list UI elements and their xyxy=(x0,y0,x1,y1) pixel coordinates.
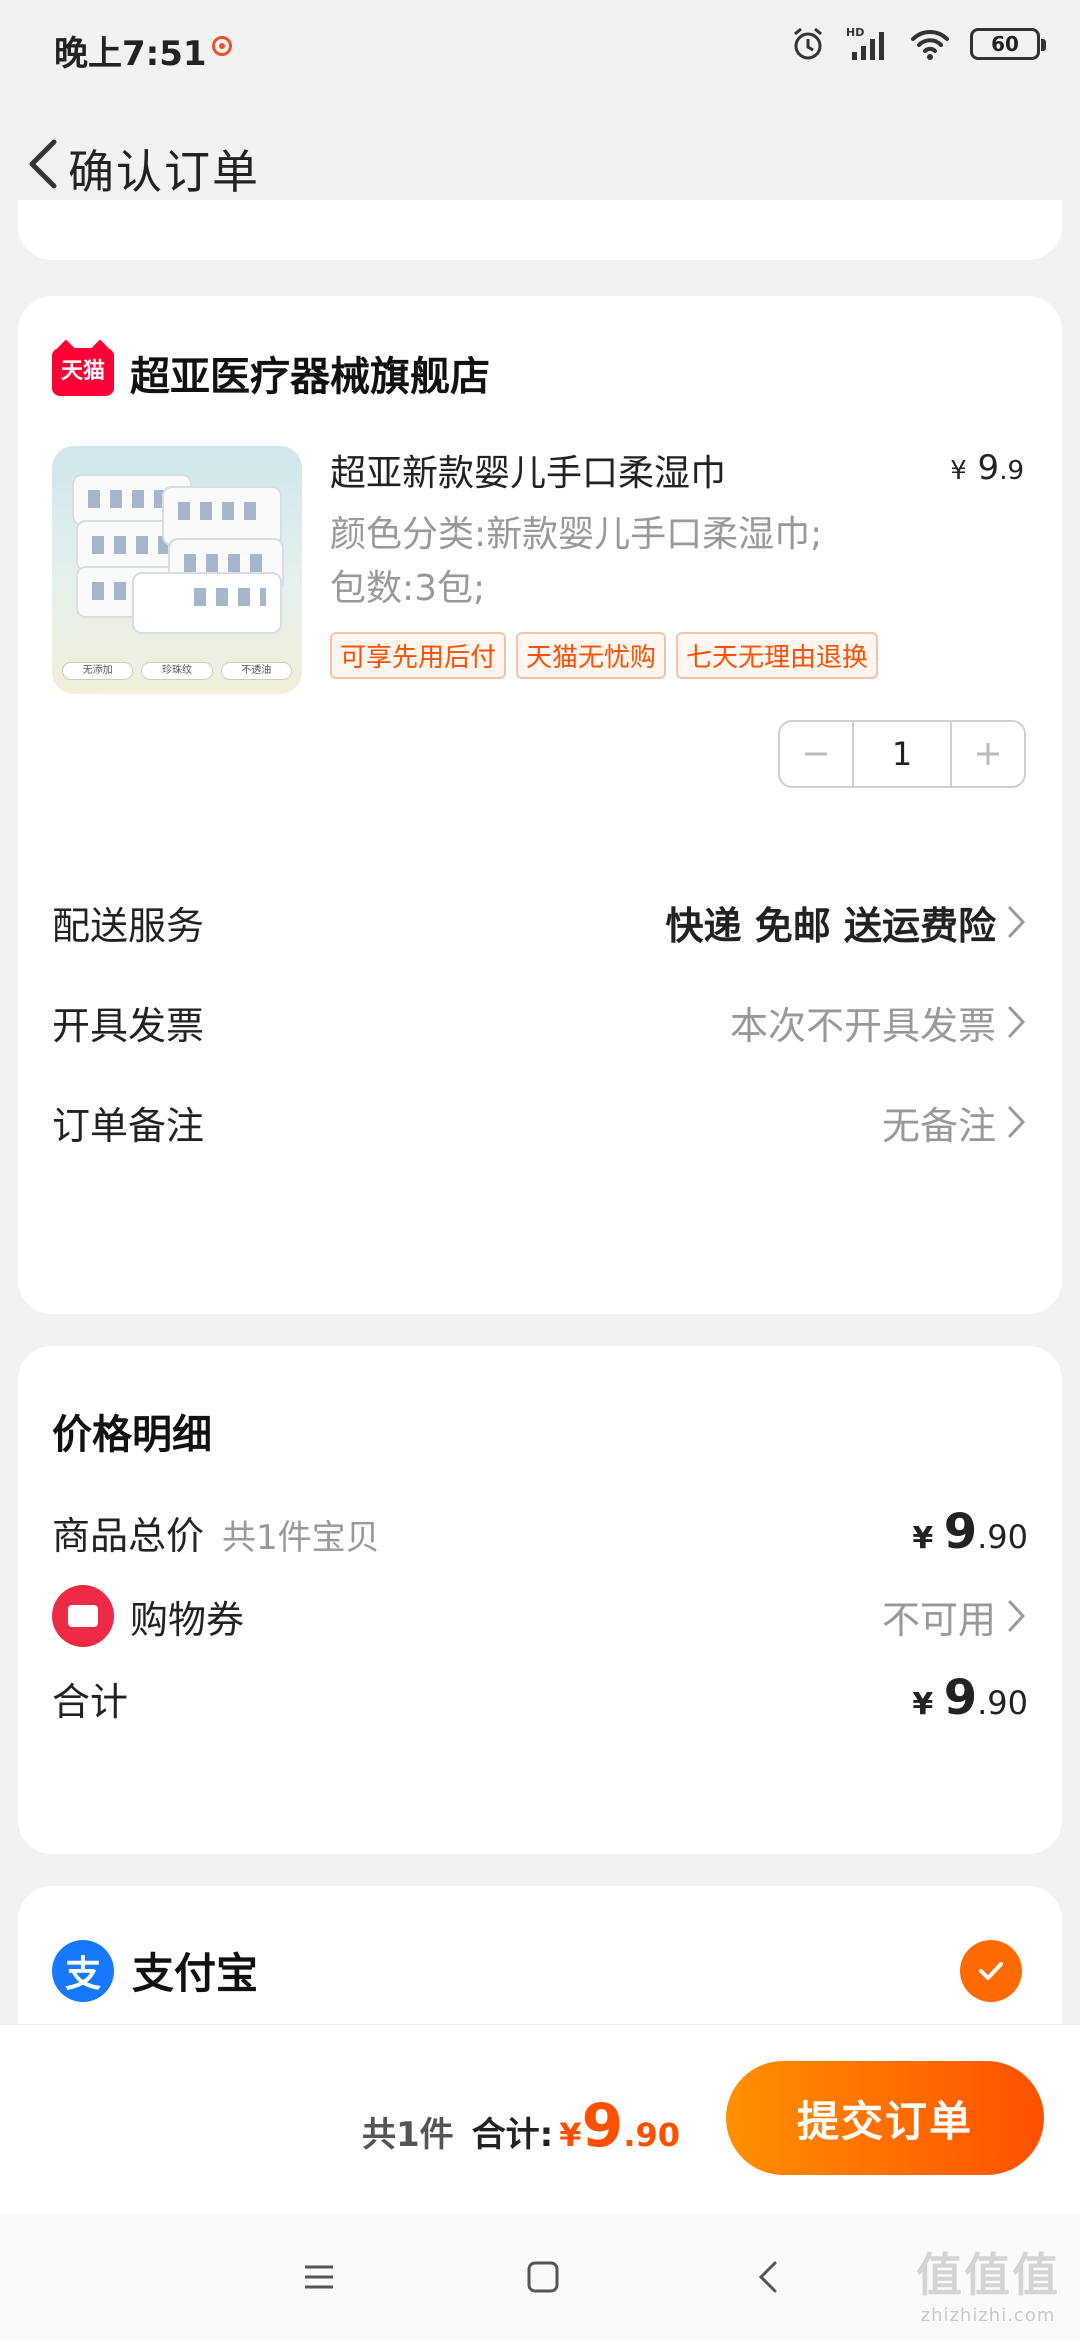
service-tags: 可享先用后付 天猫无忧购 七天无理由退换 xyxy=(330,632,879,679)
price-detail-card: 价格明细 商品总价 共1件宝贝 ¥ 9.90 购物券 不可用 合计 ¥ 9.90 xyxy=(18,1346,1062,1854)
delivery-label: 配送服务 xyxy=(52,903,205,948)
note-value: 无备注 xyxy=(882,1095,1028,1150)
order-total: 共1件 合计: ¥9.90 xyxy=(362,2091,680,2161)
sum-row: 合计 ¥ 9.90 xyxy=(52,1658,1028,1738)
chevron-right-icon xyxy=(1008,1006,1026,1038)
submit-order-button[interactable]: 提交订单 xyxy=(726,2061,1044,2175)
product-spec: 颜色分类:新款婴儿手口柔湿巾;包数:3包; xyxy=(330,514,823,609)
note-row[interactable]: 订单备注 无备注 xyxy=(52,1082,1028,1162)
store-card: 天猫 超亚医疗器械旗舰店 无添加 珍珠纹 不透油 超亚新款婴儿手口柔湿巾 ¥ 9… xyxy=(18,296,1062,1314)
network-label: HD xyxy=(846,26,864,39)
sum-amount: ¥ 9.90 xyxy=(912,1670,1028,1726)
invoice-row[interactable]: 开具发票 本次不开具发票 xyxy=(52,982,1028,1062)
selected-check-icon[interactable] xyxy=(960,1940,1022,2002)
product-title[interactable]: 超亚新款婴儿手口柔湿巾 xyxy=(330,444,726,496)
tag-seven-day-return: 七天无理由退换 xyxy=(676,632,879,679)
tag-tmall-worry-free: 天猫无忧购 xyxy=(516,632,667,679)
price-detail-title: 价格明细 xyxy=(52,1412,212,1458)
wifi-icon xyxy=(911,29,949,60)
goods-total-amount: ¥ 9.90 xyxy=(912,1504,1028,1560)
delivery-value: 快递 免邮 送运费险 xyxy=(666,895,1028,950)
quantity-stepper: 1 xyxy=(778,720,1026,788)
quantity-input[interactable]: 1 xyxy=(852,722,952,786)
total-label: 合计: xyxy=(471,2115,554,2155)
decrease-button[interactable] xyxy=(780,722,852,786)
home-button[interactable] xyxy=(518,2252,568,2302)
status-bar: 晚上7:51 HD 60 xyxy=(0,0,1080,100)
chevron-right-icon xyxy=(1008,1600,1026,1632)
product-price: ¥ 9.9 xyxy=(950,448,1024,488)
note-label: 订单备注 xyxy=(52,1103,205,1148)
tmall-logo: 天猫 xyxy=(52,348,114,396)
battery-icon: 60 xyxy=(970,28,1046,60)
coupon-value: 不可用 xyxy=(882,1589,1028,1644)
tag-pay-later: 可享先用后付 xyxy=(330,632,507,679)
coupon-row[interactable]: 购物券 不可用 xyxy=(52,1576,1028,1656)
invoice-label: 开具发票 xyxy=(52,1003,205,1048)
back-triangle-icon xyxy=(758,2261,777,2293)
product-image[interactable]: 无添加 珍珠纹 不透油 xyxy=(52,446,302,694)
system-back-button[interactable] xyxy=(744,2252,794,2302)
system-nav-bar: 值值值 zhizhizhi.com xyxy=(0,2214,1080,2340)
chevron-right-icon xyxy=(1008,906,1026,938)
coupon-icon xyxy=(52,1585,114,1647)
invoice-value: 本次不开具发票 xyxy=(730,995,1028,1050)
goods-count: 共1件宝贝 xyxy=(222,1517,380,1558)
status-time: 晚上7:51 xyxy=(54,34,207,74)
sum-label: 合计 xyxy=(52,1679,129,1724)
page-title: 确认订单 xyxy=(68,145,260,199)
payment-method-name: 支付宝 xyxy=(132,1949,259,1998)
menu-icon xyxy=(305,2265,333,2289)
image-label: 不透油 xyxy=(220,662,292,680)
notification-icon xyxy=(212,36,232,56)
signal-icon: HD xyxy=(846,26,884,60)
store-name[interactable]: 超亚医疗器械旗舰店 xyxy=(130,344,490,402)
alipay-icon: 支 xyxy=(52,1940,114,2002)
submit-bar: 共1件 合计: ¥9.90 提交订单 xyxy=(0,2024,1080,2214)
minus-icon xyxy=(805,752,827,756)
goods-total-row: 商品总价 共1件宝贝 ¥ 9.90 xyxy=(52,1492,1028,1572)
watermark: 值值值 zhizhizhi.com xyxy=(916,2248,1060,2326)
coupon-label: 购物券 xyxy=(130,1597,245,1642)
total-count: 共1件 xyxy=(362,2115,454,2155)
image-label: 珍珠纹 xyxy=(141,662,213,680)
menu-button[interactable] xyxy=(294,2252,344,2302)
plus-icon xyxy=(977,743,999,765)
total-amount: ¥9.90 xyxy=(559,2091,680,2161)
delivery-row[interactable]: 配送服务 快递 免邮 送运费险 xyxy=(52,882,1028,962)
address-card[interactable] xyxy=(18,200,1062,260)
alarm-icon xyxy=(794,27,822,60)
goods-total-label: 商品总价 xyxy=(52,1513,205,1558)
image-label: 无添加 xyxy=(62,662,134,680)
chevron-right-icon xyxy=(1008,1106,1026,1138)
increase-button[interactable] xyxy=(952,722,1024,786)
payment-card[interactable]: 支 支付宝 xyxy=(18,1886,1062,2046)
status-icons: HD 60 xyxy=(790,26,1046,62)
home-square-icon xyxy=(527,2261,559,2293)
chevron-left-icon xyxy=(29,139,57,189)
